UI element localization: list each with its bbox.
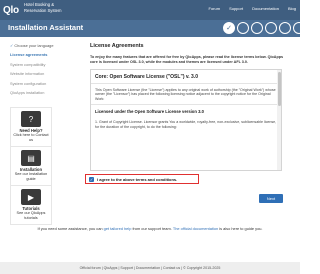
brand-tagline: Hotel Booking & Reservation System xyxy=(24,2,61,13)
installation-guide-icon: ▤ xyxy=(21,150,41,166)
license-paragraph: 1. Grant of Copyright License. Licensor … xyxy=(95,120,277,129)
documentation-link[interactable]: The official documentation xyxy=(173,226,218,231)
assistance-prefix: If you need some assistance, you can xyxy=(37,226,104,231)
sidebar-item-compatibility: System compatibility xyxy=(6,60,66,69)
sidebar-item-license[interactable]: License agreements xyxy=(6,50,66,59)
scroll-thumb[interactable] xyxy=(277,72,281,106)
footer: Official forum | QloApps | Support | Doc… xyxy=(0,262,300,274)
license-scrollbar[interactable] xyxy=(277,70,281,170)
step-2-icon xyxy=(237,22,249,34)
card-text: See our Installation guide xyxy=(14,172,48,182)
tailored-help-link[interactable]: get tailored help xyxy=(104,226,132,231)
sidebar-item-label: QloApps installation xyxy=(10,89,45,95)
license-subheading: Licensed under the Open Software License… xyxy=(91,104,281,116)
next-button[interactable]: Next xyxy=(259,194,283,203)
logo-mark: Qlo xyxy=(3,4,19,16)
sidebar-item-website-info: Website information xyxy=(6,69,66,78)
step-6-icon xyxy=(293,22,305,34)
sidebar-item-label: Choose your language xyxy=(14,43,54,48)
nav-link-documentation[interactable]: Documentation xyxy=(252,6,279,11)
qloapps-logo[interactable]: Qlo xyxy=(3,3,19,17)
brand-line-2: Reservation System xyxy=(24,7,62,13)
nav-link-support[interactable]: Support xyxy=(229,6,243,11)
license-heading: Core: Open Software License ("OSL") v. 3… xyxy=(91,70,281,84)
progress-steps: ✓ xyxy=(223,22,305,34)
agree-checkbox[interactable]: ✓ xyxy=(89,176,94,182)
sidebar-item-language[interactable]: ✓ Choose your language xyxy=(6,41,66,50)
step-1-icon: ✓ xyxy=(223,22,235,34)
sidebar-item-installation: QloApps installation xyxy=(6,88,66,97)
steps-sidebar: ✓ Choose your language License agreement… xyxy=(6,41,66,97)
license-intro: To enjoy the many features that are offe… xyxy=(90,55,284,64)
sidebar-item-label: System configuration xyxy=(10,80,47,86)
nav-link-forum[interactable]: Forum xyxy=(209,6,221,11)
card-text: See our QloApps tutorials xyxy=(16,211,46,221)
assistance-suffix: is also here to guide you. xyxy=(218,226,263,231)
assistance-line: If you need some assistance, you can get… xyxy=(0,226,300,231)
step-5-icon xyxy=(279,22,291,34)
step-3-icon xyxy=(251,22,263,34)
main-panel: License Agreements To enjoy the many fea… xyxy=(73,40,294,222)
sidebar-item-label: System compatibility xyxy=(10,61,46,67)
sidebar-item-label: Website information xyxy=(10,71,45,77)
agree-label[interactable]: I agree to the above terms and condition… xyxy=(97,177,177,182)
license-paragraph: This Open Software License (the "License… xyxy=(95,88,276,101)
check-icon: ✓ xyxy=(10,43,14,48)
top-nav: Forum Support Documentation Blog xyxy=(209,6,297,11)
agree-terms-row[interactable]: ✓ I agree to the above terms and conditi… xyxy=(85,174,199,184)
sidebar-item-label: License agreements xyxy=(10,52,48,58)
card-text: Click here to Contact us xyxy=(13,133,49,143)
step-4-icon xyxy=(265,22,277,34)
page-title: Installation Assistant xyxy=(8,23,84,32)
top-bar: Qlo Hotel Booking & Reservation System F… xyxy=(0,0,300,20)
license-text-box[interactable]: Core: Open Software License ("OSL") v. 3… xyxy=(90,69,282,171)
section-title: License Agreements xyxy=(90,43,144,49)
tutorials-icon: ▶ xyxy=(21,189,41,205)
tutorials-card[interactable]: ▶ Tutorials See our QloApps tutorials xyxy=(10,185,52,225)
sidebar-item-system-config: System configuration xyxy=(6,79,66,88)
question-icon: ? xyxy=(21,111,41,127)
installation-guide-card[interactable]: ▤ Installation See our Installation guid… xyxy=(10,146,52,186)
need-help-card[interactable]: ? Need Help? Click here to Contact us xyxy=(10,107,52,147)
assistance-middle: from our support team. xyxy=(131,226,173,231)
nav-link-blog[interactable]: Blog xyxy=(288,6,296,11)
